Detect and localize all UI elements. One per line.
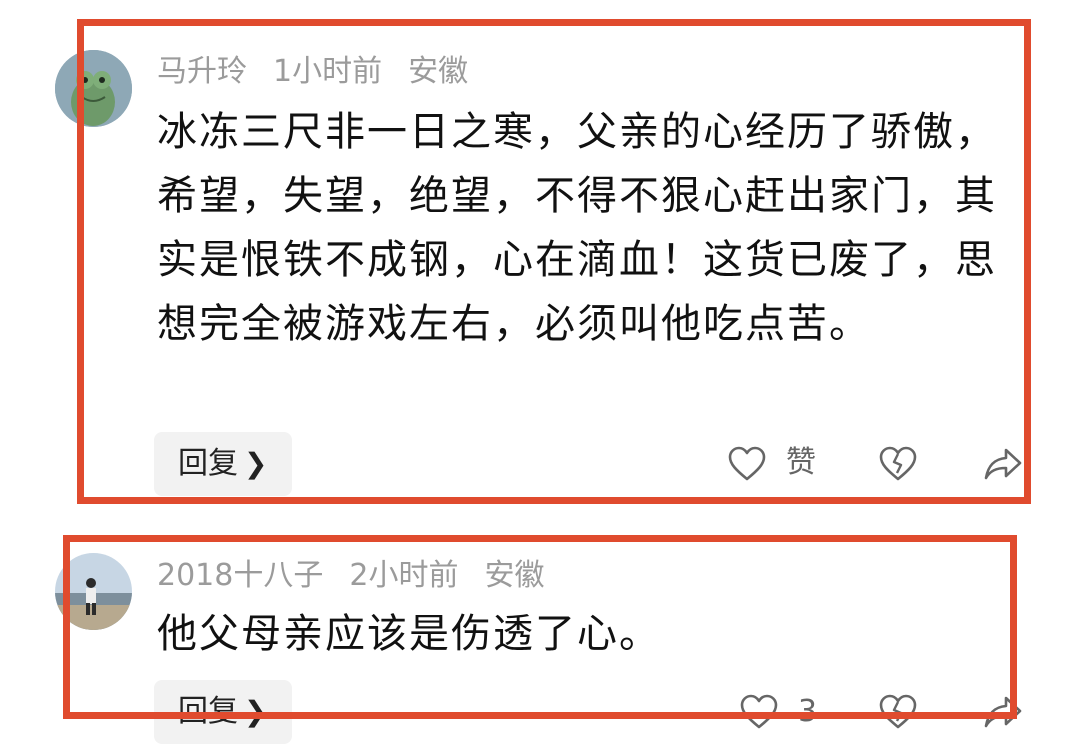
comment-1: 马升玲 1小时前 安徽 冰冻三尺非一日之寒，父亲的心经历了骄傲，希望，失望，绝望，不… <box>0 0 1080 520</box>
author-name[interactable]: 2018十八子 <box>157 558 323 593</box>
author-name[interactable]: 马升玲 <box>157 54 247 89</box>
frog-avatar-icon <box>55 50 132 127</box>
reply-label: 回复 <box>178 694 238 729</box>
heart-outline-icon <box>740 694 778 729</box>
reply-button[interactable]: 回复 ❯ <box>154 432 292 496</box>
avatar[interactable] <box>55 50 132 127</box>
share-button[interactable] <box>984 694 1024 730</box>
heart-outline-icon <box>728 446 766 481</box>
comment-location: 安徽 <box>408 54 469 89</box>
dislike-button[interactable] <box>879 446 917 482</box>
comment-text: 他父母亲应该是伤透了心。 <box>157 611 661 657</box>
comment-2: 2018十八子 2小时前 安徽 他父母亲应该是伤透了心。 回复 ❯ 3 <box>0 520 1080 744</box>
comment-text: 冰冻三尺非一日之寒，父亲的心经历了骄傲，希望，失望，绝望，不得不狠心赶出家门，其… <box>157 109 997 347</box>
like-count: 3 <box>798 694 818 729</box>
chevron-right-icon: ❯ <box>244 695 268 728</box>
share-icon <box>984 448 1022 480</box>
share-icon <box>984 696 1022 728</box>
photo-avatar-icon <box>55 553 132 630</box>
comment-time: 2小时前 <box>349 558 459 593</box>
reply-button[interactable]: 回复 ❯ <box>154 680 292 744</box>
broken-heart-icon <box>879 694 917 729</box>
comment-time: 1小时前 <box>273 54 383 89</box>
share-button[interactable] <box>984 446 1024 482</box>
like-label: 赞 <box>786 445 816 480</box>
like-button[interactable] <box>740 694 778 730</box>
reply-label: 回复 <box>178 446 238 481</box>
comment-meta: 马升玲 1小时前 安徽 <box>157 54 494 90</box>
dislike-button[interactable] <box>879 694 917 730</box>
avatar[interactable] <box>55 553 132 630</box>
comment-location: 安徽 <box>484 558 545 593</box>
broken-heart-icon <box>879 446 917 481</box>
comment-meta: 2018十八子 2小时前 安徽 <box>157 558 570 594</box>
chevron-right-icon: ❯ <box>244 447 268 480</box>
like-button[interactable] <box>728 446 766 482</box>
